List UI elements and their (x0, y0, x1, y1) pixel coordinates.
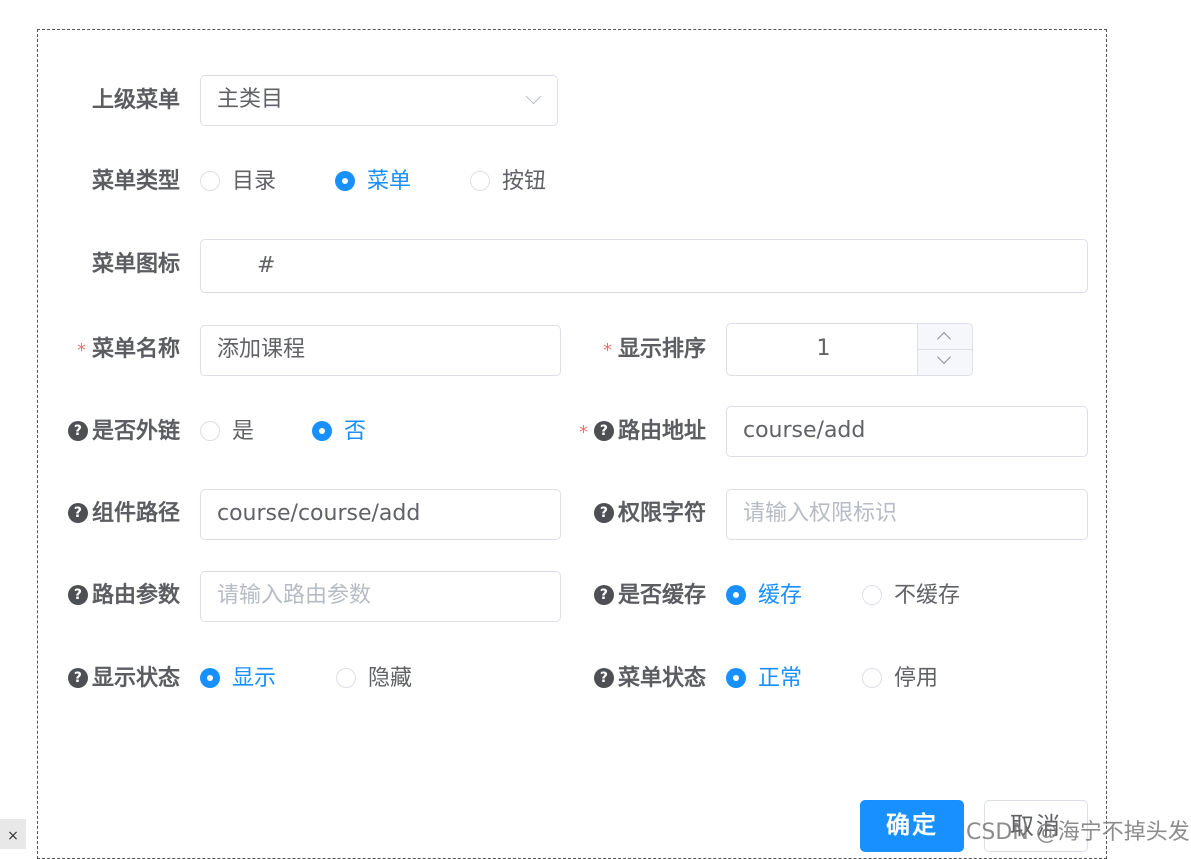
menu-type-radio-button[interactable]: 按钮 (470, 165, 546, 199)
radio-circle-icon (200, 171, 220, 191)
route-params-label: ? 路由参数 (40, 579, 180, 613)
radio-checked-icon (726, 668, 746, 688)
menu-icon-label: 菜单图标 (91, 252, 180, 277)
status-radio-disabled[interactable]: 停用 (862, 662, 938, 696)
display-order-stepper[interactable]: 1 (726, 323, 973, 376)
menu-name-label: * 菜单名称 (76, 337, 180, 362)
increase-button[interactable] (918, 324, 972, 350)
question-circle-icon[interactable]: ? (67, 585, 88, 605)
question-circle-icon[interactable]: ? (67, 421, 88, 441)
component-path-value: course/course/add (217, 501, 421, 526)
close-icon: × (7, 828, 19, 844)
menu-type-radio-directory[interactable]: 目录 (200, 165, 276, 199)
route-params-placeholder: 请输入路由参数 (217, 583, 372, 608)
menu-type-label: 菜单类型 (91, 169, 180, 194)
question-circle-icon[interactable]: ? (593, 668, 614, 688)
component-path-label: ? 组件路径 (40, 497, 180, 531)
visible-radio-hide[interactable]: 隐藏 (336, 662, 412, 696)
question-circle-icon[interactable]: ? (593, 503, 614, 523)
radio-checked-icon (200, 668, 220, 688)
menu-icon-value: # (257, 253, 276, 278)
display-order-label: * 显示排序 (602, 337, 706, 362)
parent-menu-select[interactable]: 主类目 (200, 75, 558, 126)
question-circle-icon[interactable]: ? (593, 585, 614, 605)
permission-placeholder: 请输入权限标识 (743, 501, 898, 526)
radio-circle-icon (862, 668, 882, 688)
chevron-down-icon (525, 88, 542, 105)
parent-menu-label: 上级菜单 (91, 88, 180, 113)
chevron-up-icon (936, 331, 952, 347)
route-params-input[interactable]: 请输入路由参数 (200, 571, 561, 622)
radio-checked-icon (335, 171, 355, 191)
question-circle-icon[interactable]: ? (67, 668, 88, 688)
watermark: CSDN @海宁不掉头发 (966, 820, 1190, 845)
external-link-radio-yes[interactable]: 是 (200, 415, 254, 449)
radio-circle-icon (862, 585, 882, 605)
route-address-label: *? 路由地址 (578, 419, 706, 444)
status-label: ? 菜单状态 (566, 662, 706, 696)
cache-label: ? 是否缓存 (566, 579, 706, 613)
visible-label: ? 显示状态 (40, 662, 180, 696)
radio-checked-icon (312, 421, 332, 441)
component-path-input[interactable]: course/course/add (200, 489, 561, 540)
menu-icon-input[interactable]: # (200, 239, 1088, 293)
route-address-input[interactable]: course/add (726, 406, 1088, 457)
radio-circle-icon (336, 668, 356, 688)
external-link-radio-no[interactable]: 否 (312, 415, 366, 449)
required-mark: * (602, 340, 612, 361)
decrease-button[interactable] (918, 349, 972, 376)
chevron-down-icon (936, 349, 952, 364)
visible-radio-show[interactable]: 显示 (200, 662, 276, 696)
required-mark: * (76, 340, 86, 361)
stepper-buttons (917, 324, 972, 375)
menu-name-input[interactable]: 添加课程 (200, 325, 561, 376)
radio-circle-icon (200, 421, 220, 441)
radio-circle-icon (470, 171, 490, 191)
cache-radio-cache[interactable]: 缓存 (726, 579, 802, 613)
external-link-label: ? 是否外链 (40, 415, 180, 449)
cache-radio-no-cache[interactable]: 不缓存 (862, 579, 960, 613)
permission-label: ? 权限字符 (566, 497, 706, 531)
required-mark: * (578, 422, 588, 443)
confirm-button[interactable]: 确定 (860, 800, 964, 852)
route-address-value: course/add (743, 418, 866, 443)
display-order-value: 1 (816, 336, 831, 361)
status-radio-normal[interactable]: 正常 (726, 662, 802, 696)
radio-checked-icon (726, 585, 746, 605)
question-circle-icon[interactable]: ? (67, 503, 88, 523)
close-tab[interactable]: × (0, 819, 26, 849)
question-circle-icon[interactable]: ? (593, 421, 614, 441)
parent-menu-value: 主类目 (217, 87, 284, 112)
permission-input[interactable]: 请输入权限标识 (726, 489, 1088, 540)
menu-type-radio-menu[interactable]: 菜单 (335, 165, 411, 199)
menu-name-value: 添加课程 (217, 337, 306, 362)
